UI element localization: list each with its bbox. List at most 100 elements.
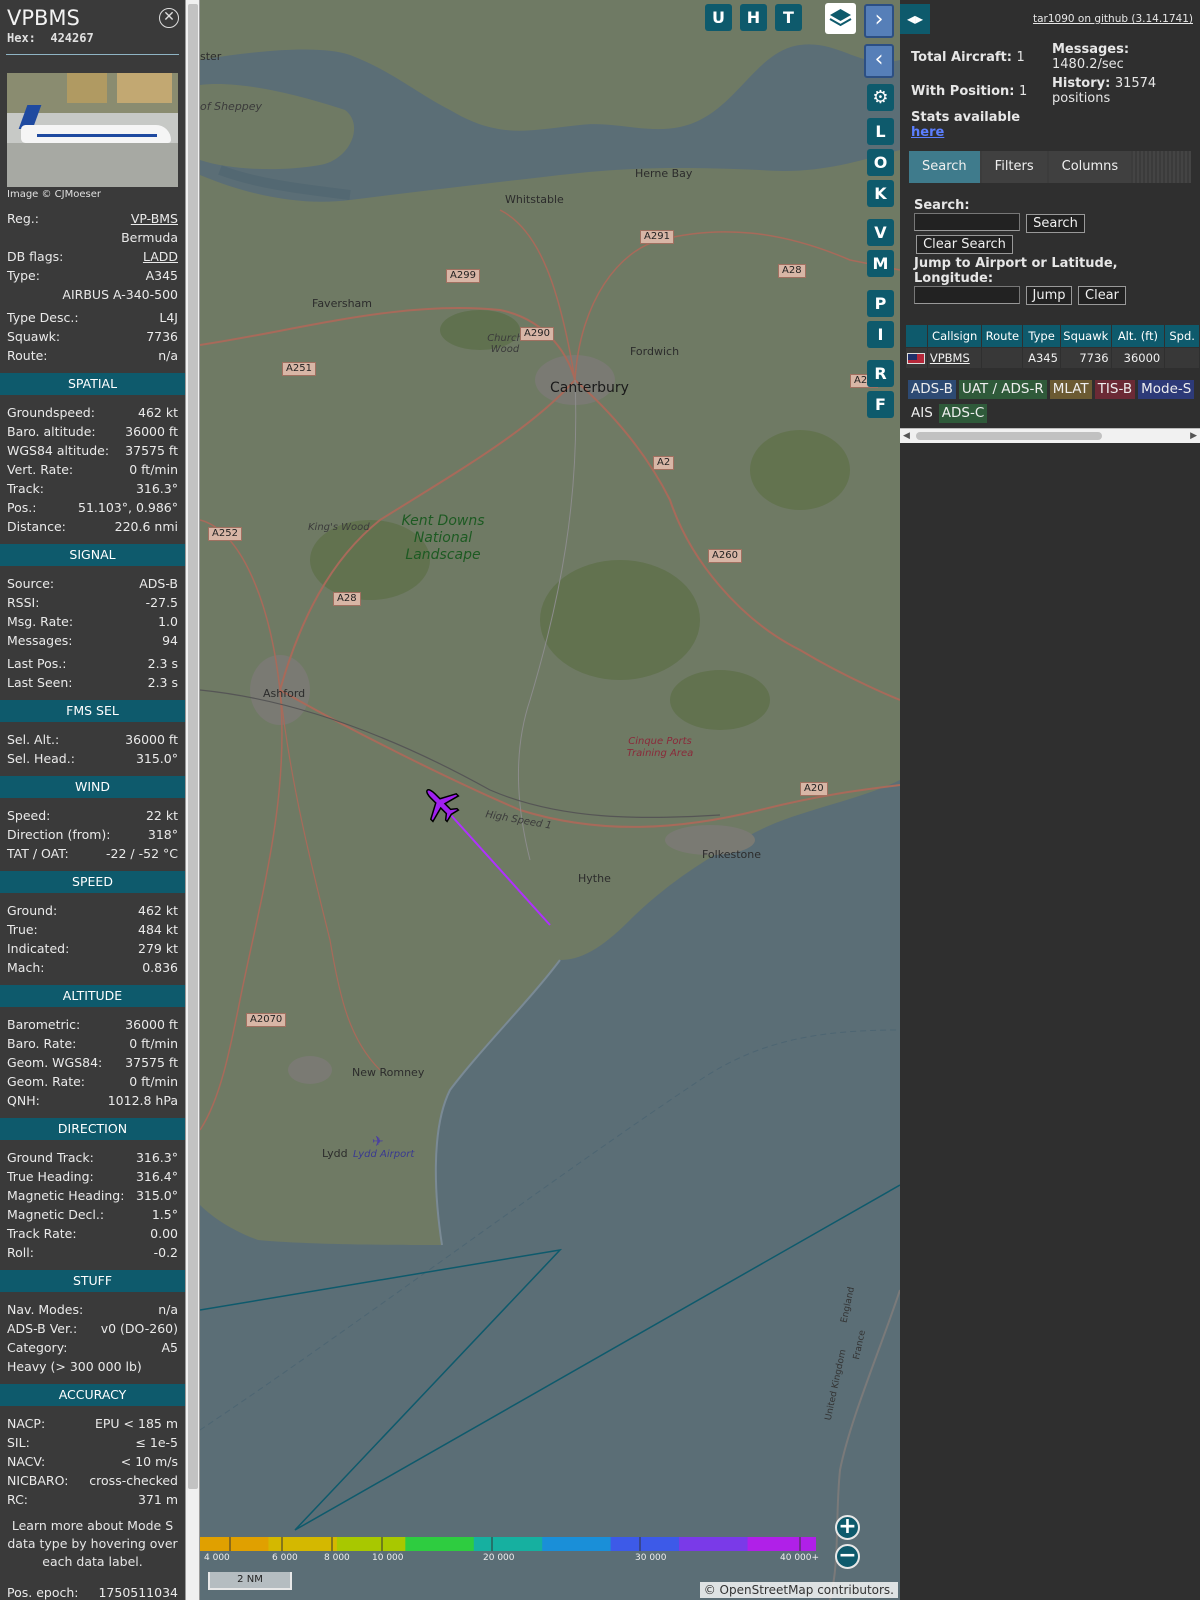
- search-input[interactable]: [914, 213, 1020, 231]
- toggle-v-button[interactable]: V: [867, 219, 894, 246]
- road-shield: A260: [708, 549, 742, 563]
- toggle-o-button[interactable]: O: [867, 149, 894, 176]
- github-link[interactable]: tar1090 on github (3.14.1741): [1033, 13, 1193, 25]
- info-row: Track: 316.3°: [0, 479, 185, 498]
- toggle-m-button[interactable]: M: [867, 250, 894, 277]
- header-speed[interactable]: Spd.: [1165, 325, 1200, 347]
- altitude-color-scale: [200, 1537, 816, 1551]
- info-label: Nav. Modes:: [7, 1302, 84, 1317]
- map-label-faversham: Faversham: [312, 297, 373, 310]
- header-altitude[interactable]: Alt. (ft): [1111, 325, 1165, 347]
- stats-available-stat: Stats available here: [911, 110, 1020, 140]
- info-value: 316.4°: [135, 1169, 178, 1184]
- toggle-p-button[interactable]: P: [867, 290, 894, 317]
- info-value: A5: [161, 1340, 178, 1355]
- toggle-k-button[interactable]: K: [867, 180, 894, 207]
- close-icon[interactable]: ✕: [159, 8, 179, 28]
- info-row: Distance: 220.6 nmi: [0, 517, 185, 536]
- header-squawk[interactable]: Squawk: [1060, 325, 1111, 347]
- road-shield: A251: [282, 362, 316, 376]
- scroll-left-icon[interactable]: ◀: [903, 429, 910, 444]
- route-row: Route: n/a: [0, 346, 185, 365]
- info-row: Mach: 0.836: [0, 958, 185, 977]
- layers-button[interactable]: [825, 3, 856, 34]
- toggle-l-button[interactable]: L: [867, 118, 894, 145]
- search-button[interactable]: Search: [1026, 214, 1085, 233]
- header-route[interactable]: Route: [982, 325, 1023, 347]
- row-speed: [1165, 348, 1199, 368]
- alt-tick: 20 000: [483, 1553, 515, 1563]
- aircraft-callsign-title: VPBMS: [7, 6, 80, 30]
- scrollbar-thumb[interactable]: [188, 4, 198, 1489]
- scrollbar-thumb[interactable]: [916, 432, 1102, 440]
- alt-tick: 8 000: [324, 1553, 350, 1563]
- route-label: Route:: [7, 348, 48, 363]
- previous-aircraft-button[interactable]: ‹: [864, 44, 894, 78]
- dbflags-link[interactable]: LADD: [143, 247, 178, 266]
- jump-input[interactable]: [914, 286, 1020, 304]
- tab-search[interactable]: Search: [909, 151, 980, 183]
- info-row: Indicated: 279 kt: [0, 939, 185, 958]
- altitude-scale-segment: [336, 1537, 407, 1551]
- table-row[interactable]: VPBMS A345 7736 36000: [906, 348, 1200, 368]
- category-description: Heavy (> 300 000 lb): [7, 1359, 142, 1374]
- toggle-u-button[interactable]: U: [705, 4, 732, 31]
- map-attribution[interactable]: © OpenStreetMap contributors.: [699, 1582, 898, 1598]
- pos-epoch-label: Pos. epoch:: [7, 1585, 79, 1600]
- zoom-in-button[interactable]: +: [835, 1515, 860, 1540]
- info-row: Ground Track: 316.3°: [0, 1148, 185, 1167]
- info-value: 462 kt: [138, 405, 178, 420]
- reg-link[interactable]: VP-BMS: [131, 209, 178, 228]
- info-panel-scrollbar[interactable]: [185, 0, 199, 1600]
- info-row: Vert. Rate: 0 ft/min: [0, 460, 185, 479]
- squawk-value: 7736: [146, 329, 178, 344]
- header-type[interactable]: Type: [1023, 325, 1060, 347]
- country-value: Bermuda: [121, 230, 178, 245]
- road-shield: A28: [333, 592, 361, 606]
- plus-icon: +: [838, 1514, 857, 1539]
- tab-filters[interactable]: Filters: [981, 151, 1047, 183]
- info-label: Mach:: [7, 960, 45, 975]
- alt-tick: 6 000: [272, 1553, 298, 1563]
- altitude-scale-segment: [542, 1537, 612, 1551]
- info-value: 0 ft/min: [129, 1074, 178, 1089]
- aircraft-photo[interactable]: [7, 73, 178, 187]
- toggle-sidebar-button[interactable]: ◂▸: [900, 4, 930, 34]
- road-shield: A28: [778, 264, 806, 278]
- info-row: Roll: -0.2: [0, 1243, 185, 1262]
- info-row: NICBARO: cross-checked: [0, 1471, 185, 1490]
- info-value: 1.0: [158, 614, 178, 629]
- header-callsign[interactable]: Callsign: [927, 325, 982, 347]
- map-view[interactable]: ✈ ster of Sheppey Whitstable Herne Bay F…: [200, 0, 900, 1600]
- toggle-f-button[interactable]: F: [867, 391, 894, 418]
- table-header: Callsign Route Type Squawk Alt. (ft) Spd…: [906, 325, 1200, 347]
- map-label-ashford: Ashford: [263, 687, 306, 700]
- clear-jump-button[interactable]: Clear: [1078, 286, 1126, 305]
- info-row: RC: 371 m: [0, 1490, 185, 1509]
- with-position-stat: With Position: 1: [911, 84, 1027, 99]
- info-row: ADS-B Ver.: v0 (DO-260): [0, 1319, 185, 1338]
- settings-button[interactable]: ⚙: [867, 84, 894, 111]
- table-horizontal-scrollbar[interactable]: ◀ ▶: [900, 428, 1200, 443]
- info-value: 462 kt: [138, 903, 178, 918]
- squawk-row: Squawk: 7736: [0, 327, 185, 346]
- row-callsign[interactable]: VPBMS: [927, 348, 982, 368]
- clear-search-button[interactable]: Clear Search: [916, 235, 1013, 254]
- scroll-right-icon[interactable]: ▶: [1190, 429, 1197, 444]
- tab-columns[interactable]: Columns: [1048, 151, 1132, 183]
- toggle-t-button[interactable]: T: [775, 4, 802, 31]
- info-value: 316.3°: [135, 1150, 178, 1165]
- map-label-folkestone: Folkestone: [702, 848, 761, 861]
- next-aircraft-button[interactable]: ›: [864, 4, 894, 38]
- toggle-r-button[interactable]: R: [867, 360, 894, 387]
- altitude-scale-segment: [679, 1537, 749, 1551]
- info-row: Sel. Head.: 315.0°: [0, 749, 185, 768]
- jump-button[interactable]: Jump: [1026, 286, 1072, 305]
- info-row: Baro. Rate: 0 ft/min: [0, 1034, 185, 1053]
- toggle-i-button[interactable]: I: [867, 321, 894, 348]
- info-row: Magnetic Decl.: 1.5°: [0, 1205, 185, 1224]
- stats-here-link[interactable]: here: [911, 125, 1020, 140]
- typedesc-row: Type Desc.: L4J: [0, 308, 185, 327]
- info-value: n/a: [158, 1302, 178, 1317]
- toggle-h-button[interactable]: H: [740, 4, 767, 31]
